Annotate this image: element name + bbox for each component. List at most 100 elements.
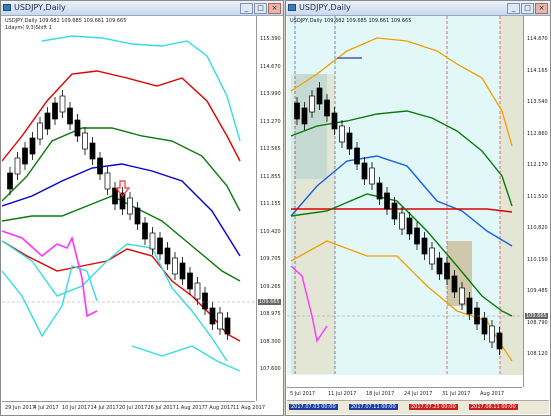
- outer-band-upper-line: [41, 35, 241, 142]
- right-price-tick-label: 110.820: [527, 225, 548, 231]
- right-titlebar[interactable]: USDJPY,Daily _ □ ×: [286, 1, 550, 16]
- left-price-tick-label: 113.990: [260, 91, 281, 97]
- candle-body: [331, 112, 338, 130]
- minimize-button[interactable]: _: [507, 3, 520, 14]
- candle-body: [179, 262, 186, 280]
- oscillator-line: [2, 230, 98, 318]
- candle-body: [157, 237, 163, 255]
- left-chart-window[interactable]: USDJPY,Daily _ □ × USDJPY,Daily 109.682 …: [0, 0, 284, 416]
- chart-window-icon: [3, 4, 11, 11]
- left-date-tick-label: 14 Jul 2017: [90, 405, 119, 411]
- candle-body: [29, 137, 36, 155]
- right-chart-window[interactable]: USDJPY,Daily _ □ × USDJPY,Daily 109.682 …: [285, 0, 551, 416]
- right-price-tick-label: 113.540: [527, 99, 548, 105]
- candle-body: [187, 272, 193, 290]
- candle-body: [369, 167, 375, 185]
- right-price-tick-label: 108.790: [527, 319, 548, 326]
- candle-body: [496, 332, 503, 350]
- highlight-zone-tan-right: [500, 16, 523, 375]
- right-chart-title: USDJPY,Daily 109.682 109.685 109.661 109…: [290, 18, 412, 24]
- outer-band-floor-line: [131, 345, 241, 372]
- left-window-title: USDJPY,Daily: [14, 3, 66, 12]
- left-price-axis[interactable]: 115.390 114.670 113.990 113.270 112.565 111.8…: [256, 16, 283, 401]
- candle-body: [429, 247, 435, 265]
- right-price-tick-label: 112.170: [527, 162, 548, 168]
- right-window-title: USDJPY,Daily: [299, 3, 351, 12]
- candle-body: [142, 222, 148, 240]
- left-date-tick-label: 10 Jul 2017: [62, 405, 91, 411]
- candle-body: [384, 192, 390, 210]
- candle-body: [391, 202, 398, 220]
- candle-body: [217, 312, 223, 330]
- candle-body: [481, 317, 488, 335]
- right-plot-area[interactable]: USDJPY,Daily 109.682 109.685 109.661 109…: [287, 16, 523, 375]
- left-time-axis[interactable]: 29 Jun 2017 4 Jul 2017 10 Jul 2017 14 Jul 2…: [2, 401, 265, 414]
- candle-body: [149, 232, 156, 250]
- candle-body: [224, 317, 231, 335]
- candle-body: [436, 257, 443, 275]
- candle-body: [309, 95, 315, 113]
- left-chart-svg[interactable]: [2, 16, 256, 390]
- candle-body: [444, 262, 450, 280]
- right-price-axis[interactable]: 114.870 114.165 113.540 112.860 112.170 111.5…: [523, 16, 550, 387]
- candle-body: [466, 297, 473, 315]
- candle-body: [459, 287, 465, 305]
- candle-body: [361, 162, 368, 180]
- right-price-tick-label: 111.510: [527, 193, 548, 200]
- left-date-tick-label: 20 Jul 2017: [119, 405, 148, 411]
- left-date-tick-label: 7 Aug 2017: [204, 405, 234, 411]
- right-chart-svg[interactable]: [287, 16, 523, 375]
- candle-body: [399, 212, 405, 230]
- right-price-tick-label: 112.860: [527, 130, 548, 137]
- time-tag: 2017.07.03 00:00: [289, 404, 338, 410]
- left-price-tick-label: 110.420: [260, 228, 281, 235]
- left-plot-area[interactable]: USDJPY,Daily 109.682 109.685 109.661 109…: [2, 16, 256, 390]
- candle-body: [52, 102, 58, 120]
- close-button[interactable]: ×: [268, 3, 281, 14]
- maximize-button[interactable]: □: [254, 3, 267, 14]
- right-time-tags-bar: 2017.07.03 00:00 2017.07.11 00:00 2017.07.…: [287, 400, 549, 414]
- left-price-tick-label: 108.300: [260, 338, 281, 345]
- upper-sigma2-line: [2, 70, 241, 162]
- candle-body: [324, 99, 330, 117]
- candle-body: [37, 122, 43, 140]
- right-date-tick-label: Aug 2017: [480, 391, 505, 397]
- minimize-button[interactable]: _: [240, 3, 253, 14]
- candle-body: [209, 307, 216, 325]
- candle-body: [7, 172, 13, 190]
- time-tag: 2017.07.25 00:00: [409, 404, 458, 410]
- outer-band-lower-line: [2, 240, 228, 362]
- candle-body: [406, 217, 413, 235]
- candle-body: [127, 197, 133, 215]
- candle-body: [67, 107, 73, 125]
- candle-body: [316, 87, 323, 105]
- chart-window-icon: [288, 4, 296, 11]
- candle-body: [301, 107, 308, 125]
- right-date-tick-label: 11 Jul 2017: [328, 391, 357, 397]
- left-indicator-label: 1daym( 9,3)Shift 1: [5, 25, 52, 31]
- left-price-tick-label: 112.565: [260, 146, 281, 152]
- right-date-tick-label: 5 Jul 2017: [290, 391, 316, 397]
- candle-body: [112, 187, 118, 205]
- candle-body: [451, 275, 458, 293]
- maximize-button[interactable]: □: [521, 3, 534, 14]
- left-titlebar[interactable]: USDJPY,Daily _ □ ×: [1, 1, 283, 16]
- right-time-axis[interactable]: 5 Jul 2017 11 Jul 2017 18 Jul 2017 24 Jul 2…: [287, 387, 522, 400]
- left-chart-title: USDJPY,Daily 109.682 109.685 109.661 109…: [5, 18, 127, 24]
- left-price-tick-label: 108.975: [260, 311, 281, 317]
- candle-body: [354, 147, 360, 165]
- close-button[interactable]: ×: [535, 3, 548, 14]
- left-date-tick-label: 11 Aug 2017: [233, 405, 266, 411]
- left-price-tick-label: 109.705: [260, 256, 281, 262]
- left-current-price-tag: 109.665: [258, 299, 281, 305]
- candle-body: [172, 257, 178, 275]
- candle-body: [104, 172, 111, 190]
- right-current-price-tag: 109.665: [525, 313, 548, 319]
- left-date-tick-label: 1 Aug 2017: [176, 405, 205, 411]
- left-price-tick-label: 111.855: [260, 173, 281, 180]
- right-date-tick-label: 31 Jul 2017: [442, 391, 471, 397]
- right-price-tick-label: 114.165: [527, 67, 548, 74]
- candle-body: [339, 125, 345, 143]
- center-line: [2, 163, 241, 257]
- candle-body: [14, 157, 21, 175]
